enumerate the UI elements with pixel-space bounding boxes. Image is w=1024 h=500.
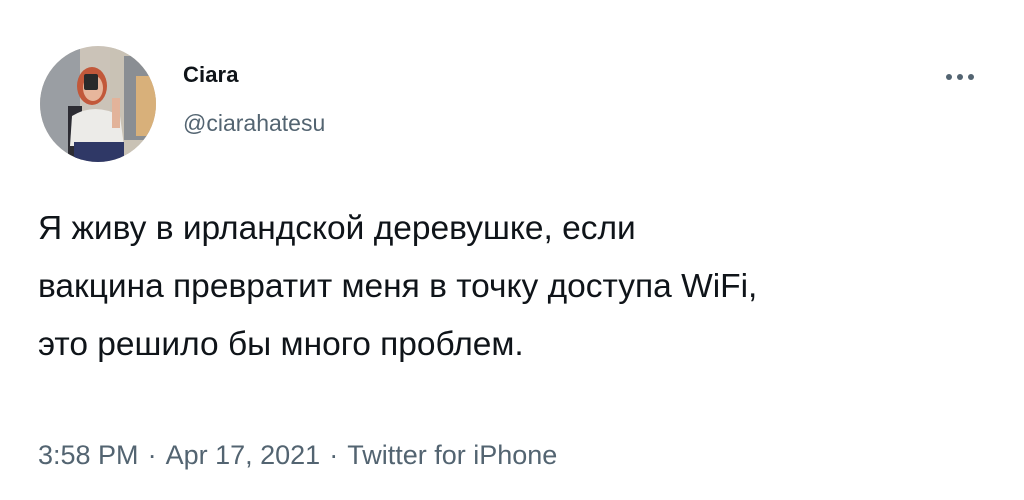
avatar-photo-icon [40, 46, 156, 162]
ellipsis-icon [946, 74, 974, 80]
tweet-date[interactable]: Apr 17, 2021 [166, 440, 321, 471]
tweet-card: Ciara @ciarahatesu Я живу в ирландской д… [0, 0, 1024, 500]
tweet-text: Я живу в ирландской деревушке, если вакц… [38, 210, 758, 363]
author-avatar[interactable] [40, 46, 156, 162]
tweet-source[interactable]: Twitter for iPhone [347, 440, 557, 471]
meta-separator: · [329, 440, 339, 470]
more-options-button[interactable] [930, 62, 990, 92]
author-name[interactable]: Ciara [183, 62, 239, 88]
tweet-metadata: 3:58 PM · Apr 17, 2021 · Twitter for iPhone [38, 440, 557, 471]
meta-separator: · [147, 440, 157, 470]
tweet-time[interactable]: 3:58 PM [38, 440, 139, 471]
author-handle[interactable]: @ciarahatesu [183, 110, 325, 137]
